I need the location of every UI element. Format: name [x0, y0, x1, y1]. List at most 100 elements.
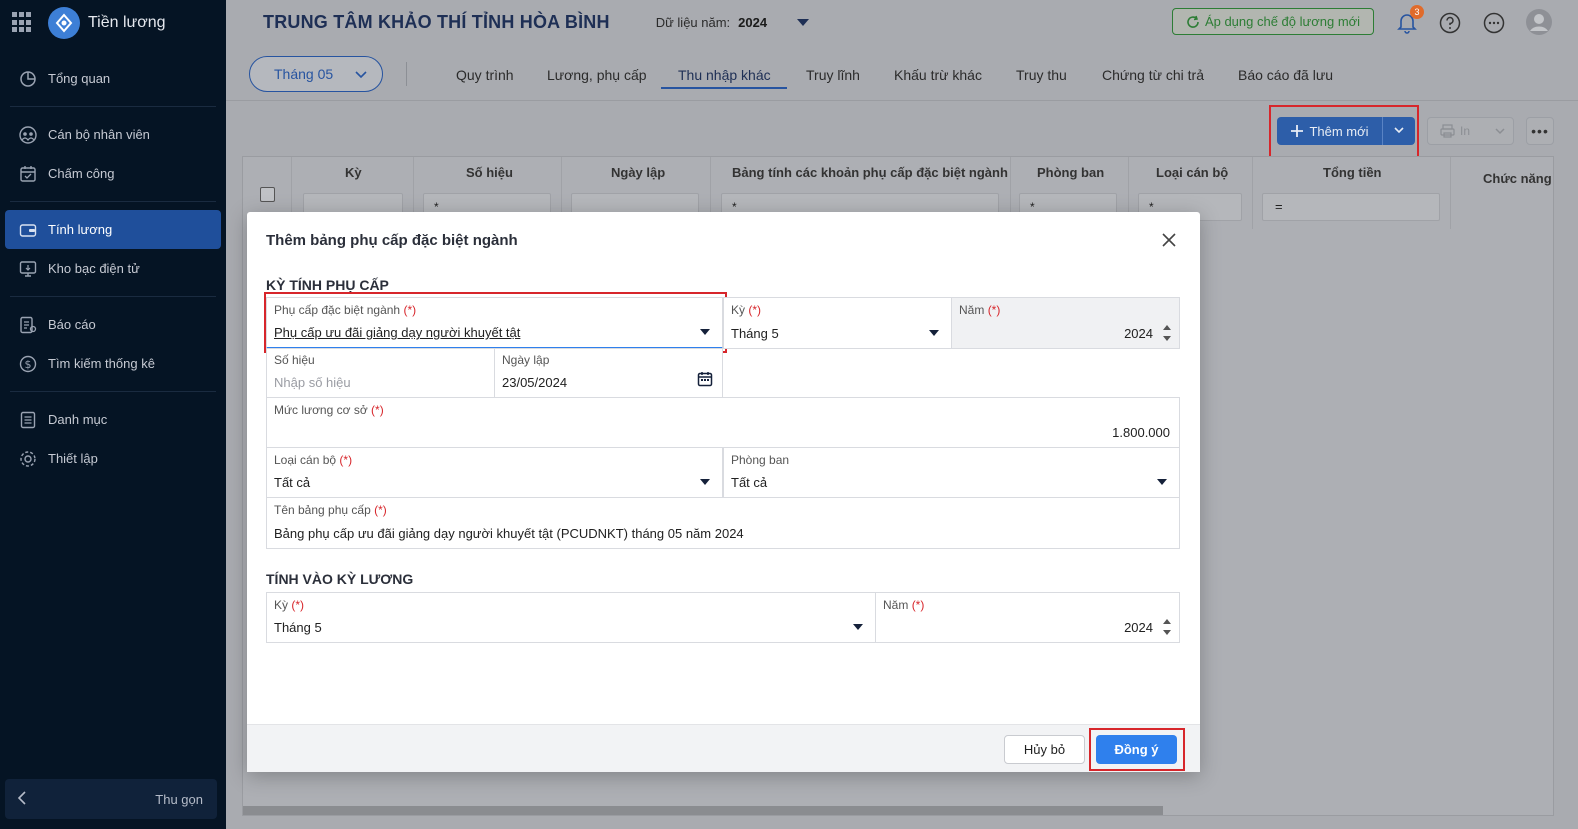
chevron-down-icon[interactable]: [1494, 125, 1506, 137]
sidebar-item-overview[interactable]: Tổng quan: [5, 59, 221, 98]
sidebar-item-treasury[interactable]: Kho bạc điện tử: [5, 249, 221, 288]
top-header: TRUNG TÂM KHẢO THÍ TỈNH HÒA BÌNH Dữ liệu…: [226, 0, 1578, 45]
year-stepper[interactable]: Năm (*) 2024: [951, 297, 1180, 349]
staff-icon: [19, 125, 37, 144]
sidebar-item-settings[interactable]: Thiết lập: [5, 439, 221, 478]
select-all-checkbox[interactable]: [260, 187, 275, 202]
creation-date-field[interactable]: Ngày lập 23/05/2024: [494, 348, 723, 398]
sidebar-item-label: Thiết lập: [48, 451, 98, 466]
sidebar-item-label: Cán bộ nhân viên: [48, 127, 150, 142]
chevron-down-icon: [354, 67, 368, 84]
sidebar-item-reports[interactable]: Báo cáo: [5, 305, 221, 344]
dialog-footer: Hủy bỏ Đồng ý: [247, 724, 1200, 772]
tab-saved-reports[interactable]: Báo cáo đã lưu: [1238, 67, 1333, 83]
stepper-arrows-icon[interactable]: [1163, 619, 1171, 635]
tab-recovery[interactable]: Truy thu: [1016, 67, 1067, 83]
data-year-value[interactable]: 2024: [738, 15, 767, 30]
ellipsis-icon: •••: [1531, 123, 1549, 139]
sidebar-item-timekeeping[interactable]: Chấm công: [5, 154, 221, 193]
period-select[interactable]: Kỳ (*) Tháng 5: [723, 297, 952, 349]
data-year-label: Dữ liệu năm:: [655, 15, 731, 30]
column-header-actions: Chức năng: [1483, 171, 1552, 186]
gear-icon: [19, 450, 37, 468]
column-header-period[interactable]: Kỳ: [345, 165, 362, 180]
tab-salary-allowance[interactable]: Lương, phụ cấp: [547, 67, 647, 83]
sidebar-item-staff[interactable]: Cán bộ nhân viên: [5, 115, 221, 154]
highlight-confirm: [1089, 728, 1185, 771]
list-icon: [19, 411, 37, 429]
print-button[interactable]: In: [1427, 117, 1514, 145]
section-title-pay-period: TÍNH VÀO KỲ LƯƠNG: [266, 571, 414, 587]
base-salary-field[interactable]: Mức lương cơ sở (*) 1.800.000: [266, 397, 1180, 448]
notification-bell-icon[interactable]: 3: [1395, 5, 1424, 34]
calendar-icon[interactable]: [697, 371, 713, 390]
column-header-department[interactable]: Phòng ban: [1037, 165, 1104, 180]
section-title-allowance-period: KỲ TÍNH PHỤ CẤP: [266, 277, 389, 293]
tab-other-income[interactable]: Thu nhập khác: [678, 67, 771, 83]
chevron-left-icon: [17, 790, 27, 808]
column-header-total[interactable]: Tổng tiền: [1323, 165, 1382, 180]
dollar-search-icon: $: [19, 355, 37, 373]
sidebar-item-label: Tìm kiếm thống kê: [48, 356, 155, 371]
more-apps-icon[interactable]: [1482, 11, 1505, 34]
tab-bar: Tháng 05 Quy trình Lương, phụ cấp Thu nh…: [226, 45, 1578, 101]
horizontal-scrollbar[interactable]: [243, 806, 1163, 815]
avatar[interactable]: [1525, 8, 1553, 36]
collapse-sidebar-button[interactable]: Thu gọn: [5, 779, 217, 819]
dropdown-arrow-icon: [929, 330, 939, 336]
sidebar-item-label: Tổng quan: [48, 71, 111, 86]
sidebar-item-label: Chấm công: [48, 166, 115, 181]
monitor-icon: [19, 260, 37, 278]
column-header-number[interactable]: Số hiệu: [466, 165, 513, 180]
sidebar-item-catalog[interactable]: Danh mục: [5, 400, 221, 439]
apply-new-salary-button[interactable]: Áp dụng chế độ lương mới: [1172, 8, 1374, 35]
app-grid-icon[interactable]: [12, 12, 33, 33]
dialog-title: Thêm bảng phụ cấp đặc biệt ngành: [266, 232, 518, 249]
dropdown-arrow-icon: [1157, 479, 1167, 485]
pay-period-select[interactable]: Kỳ (*) Tháng 5: [266, 592, 876, 643]
sidebar-item-label: Danh mục: [48, 412, 108, 427]
dropdown-arrow-icon: [700, 479, 710, 485]
sidebar-item-label: Báo cáo: [48, 317, 96, 332]
cancel-button[interactable]: Hủy bỏ: [1004, 735, 1085, 764]
sidebar-item-payroll[interactable]: Tính lương: [5, 210, 221, 249]
column-header-staff-type[interactable]: Loại cán bộ: [1156, 165, 1228, 180]
active-tab-indicator: [661, 87, 787, 89]
more-options-button[interactable]: •••: [1526, 117, 1554, 145]
stepper-arrows-icon[interactable]: [1163, 325, 1171, 341]
tab-payment-vouchers[interactable]: Chứng từ chi trả: [1102, 67, 1204, 83]
close-icon[interactable]: [1160, 231, 1178, 249]
pay-year-stepper[interactable]: Năm (*) 2024: [875, 592, 1180, 643]
sheet-name-field[interactable]: Tên bảng phụ cấp (*) Bảng phụ cấp ưu đãi…: [266, 497, 1180, 549]
app-logo: [48, 6, 80, 39]
app-name: Tiền lương: [88, 13, 166, 31]
help-icon[interactable]: [1438, 11, 1461, 34]
sidebar-item-search-stats[interactable]: $ Tìm kiếm thống kê: [5, 344, 221, 383]
tab-arrears[interactable]: Truy lĩnh: [806, 67, 860, 83]
column-header-allowance-sheet[interactable]: Bảng tính các khoản phụ cấp đặc biệt ngà…: [732, 165, 1008, 180]
collapse-label: Thu gọn: [155, 791, 203, 807]
org-title: TRUNG TÂM KHẢO THÍ TỈNH HÒA BÌNH: [263, 12, 610, 32]
wallet-icon: [19, 221, 37, 239]
year-dropdown-icon[interactable]: [797, 19, 810, 26]
highlight-add-new: [1269, 105, 1419, 158]
month-selector[interactable]: Tháng 05: [249, 56, 383, 92]
dropdown-arrow-icon: [853, 624, 863, 630]
sidebar-item-label: Tính lương: [48, 222, 113, 237]
tab-other-deductions[interactable]: Khấu trừ khác: [894, 67, 982, 83]
sidebar-item-label: Kho bạc điện tử: [48, 261, 140, 276]
svg-text:$: $: [25, 358, 32, 371]
add-allowance-dialog: Thêm bảng phụ cấp đặc biệt ngành KỲ TÍNH…: [247, 212, 1200, 772]
sidebar: Tiền lương Tổng quan Cán bộ nhân viên Ch…: [0, 0, 226, 829]
report-icon: [19, 316, 37, 334]
department-select[interactable]: Phòng ban Tất cả: [723, 447, 1180, 498]
staff-type-select[interactable]: Loại cán bộ (*) Tất cả: [266, 447, 723, 498]
number-field[interactable]: Số hiệu Nhập số hiệu: [266, 348, 495, 398]
filter-total[interactable]: =: [1262, 193, 1440, 221]
column-header-date[interactable]: Ngày lập: [611, 165, 665, 180]
refresh-icon: [1186, 15, 1200, 29]
notification-badge: 3: [1410, 5, 1424, 19]
highlight-allowance-type: [264, 292, 727, 353]
dashboard-icon: [19, 70, 37, 88]
tab-process[interactable]: Quy trình: [456, 67, 514, 83]
